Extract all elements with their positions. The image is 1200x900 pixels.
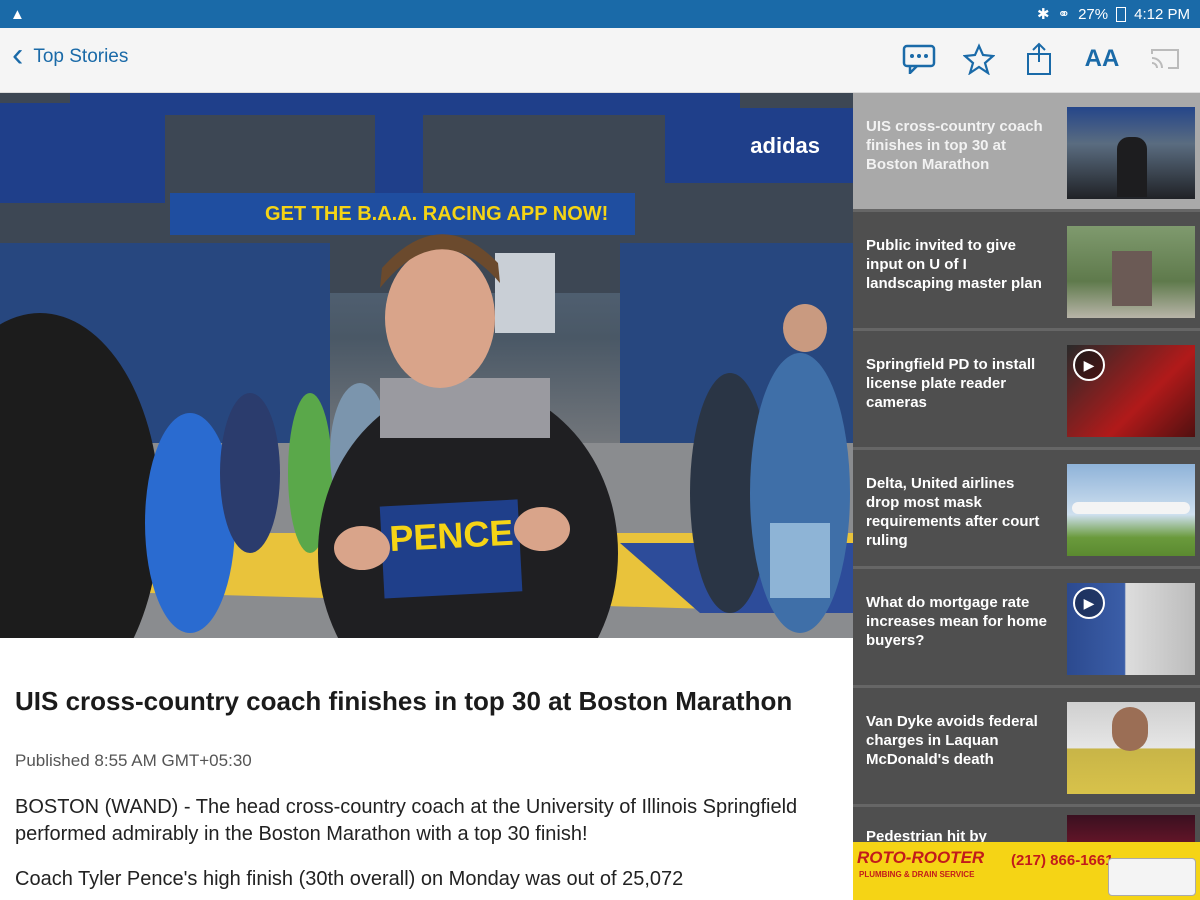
chevron-left-icon: ‹	[12, 36, 24, 74]
hero-photo: adidas GET THE B.A.A. RACING APP NOW! PE…	[0, 93, 853, 638]
play-icon: ▶	[1073, 349, 1105, 381]
share-icon	[1027, 42, 1051, 75]
back-button[interactable]: ‹ Top Stories	[12, 38, 129, 72]
story-thumbnail	[1067, 226, 1195, 318]
article-headline: UIS cross-country coach finishes in top …	[15, 686, 793, 716]
story-item[interactable]: What do mortgage rate increases mean for…	[853, 569, 1200, 688]
comment-icon	[902, 44, 936, 74]
back-label: Top Stories	[33, 46, 129, 67]
ad-tagline: PLUMBING & DRAIN SERVICE	[859, 870, 975, 879]
story-item[interactable]: Springfield PD to install license plate …	[853, 331, 1200, 450]
story-thumbnail	[1067, 464, 1195, 556]
related-stories-list: UIS cross-country coach finishes in top …	[853, 93, 1200, 900]
favorite-button[interactable]	[962, 42, 996, 76]
ad-brand: ROTO-ROOTER	[857, 848, 985, 867]
ad-phone: (217) 866-1661	[1011, 852, 1114, 869]
star-icon	[963, 43, 995, 75]
story-thumbnail	[1067, 107, 1195, 199]
article-paragraph: BOSTON (WAND) - The head cross-country c…	[15, 796, 798, 845]
status-bar: ▲ ✱ ⚭ 27% 4:12 PM	[0, 0, 1200, 28]
text-size-icon: AA	[1084, 45, 1120, 72]
story-thumbnail: ▶	[1067, 345, 1195, 437]
story-title: Delta, United airlines drop most mask re…	[866, 475, 1040, 549]
play-icon: ▶	[1073, 587, 1105, 619]
sponsor-banner: adidas	[750, 133, 820, 158]
story-title: What do mortgage rate increases mean for…	[866, 594, 1047, 649]
article-body: UIS cross-country coach finishes in top …	[0, 638, 853, 900]
wifi-icon: ⚭	[1057, 6, 1071, 23]
story-title: Springfield PD to install license plate …	[866, 356, 1036, 411]
cast-icon	[1151, 49, 1179, 69]
story-thumbnail: ▶	[1067, 583, 1195, 675]
notification-icon: ▲	[10, 6, 25, 23]
van-image	[1108, 858, 1196, 896]
story-title: UIS cross-country coach finishes in top …	[866, 118, 1043, 173]
story-item[interactable]: Van Dyke avoids federal charges in Laqua…	[853, 688, 1200, 807]
advertisement-banner[interactable]: ROTO-ROOTER PLUMBING & DRAIN SERVICE (21…	[853, 842, 1200, 900]
battery-text: 27%	[1078, 5, 1109, 23]
publish-timestamp: Published 8:55 AM GMT+05:30	[15, 751, 252, 770]
battery-icon	[1116, 6, 1127, 22]
banner-text: GET THE B.A.A. RACING APP NOW!	[265, 203, 608, 225]
story-item[interactable]: UIS cross-country coach finishes in top …	[853, 93, 1200, 212]
bib-text: PENCE	[388, 512, 514, 559]
clock: 4:12 PM	[1134, 5, 1190, 23]
story-item[interactable]: Delta, United airlines drop most mask re…	[853, 450, 1200, 569]
comment-button[interactable]	[902, 42, 936, 76]
share-button[interactable]	[1022, 42, 1056, 76]
bluetooth-icon: ✱	[1036, 6, 1050, 23]
story-thumbnail	[1067, 702, 1195, 794]
cast-button[interactable]	[1148, 42, 1182, 76]
story-title: Van Dyke avoids federal charges in Laqua…	[866, 713, 1038, 768]
article-hero-image: adidas GET THE B.A.A. RACING APP NOW! PE…	[0, 93, 853, 638]
app-toolbar: ‹ Top Stories AA	[0, 28, 1200, 93]
story-title: Public invited to give input on U of I l…	[866, 237, 1042, 292]
story-item[interactable]: Public invited to give input on U of I l…	[853, 212, 1200, 331]
text-size-button[interactable]: AA	[1082, 42, 1122, 76]
article-paragraph: Coach Tyler Pence's high finish (30th ov…	[15, 868, 684, 890]
